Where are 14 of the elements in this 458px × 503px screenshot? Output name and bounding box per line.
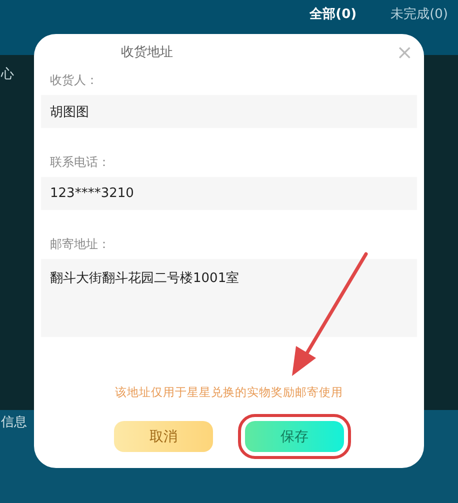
dialog-title: 收货地址 (121, 44, 173, 61)
filter-tab[interactable]: 未完成(0) (390, 5, 448, 23)
address-field[interactable]: 翻斗大街翻斗花园二号楼1001室 (41, 259, 417, 337)
input-field[interactable]: 123****3210 (41, 177, 417, 210)
note-text: 该地址仅用于星星兑换的实物奖励邮寄使用 (114, 385, 344, 400)
input-field[interactable]: 胡图图 (41, 95, 417, 128)
sidebar-item[interactable]: 信息 (1, 413, 27, 431)
field-label: 收货人： (50, 72, 99, 89)
field-label: 邮寄地址： (50, 236, 111, 253)
cancel-button[interactable]: 取消 (114, 421, 213, 452)
filter-tab[interactable]: 全部(0) (310, 5, 357, 23)
field-label: 联系电话： (50, 154, 111, 171)
sidebar-item[interactable]: 心 (1, 65, 14, 83)
save-button[interactable]: 保存 (245, 421, 344, 452)
